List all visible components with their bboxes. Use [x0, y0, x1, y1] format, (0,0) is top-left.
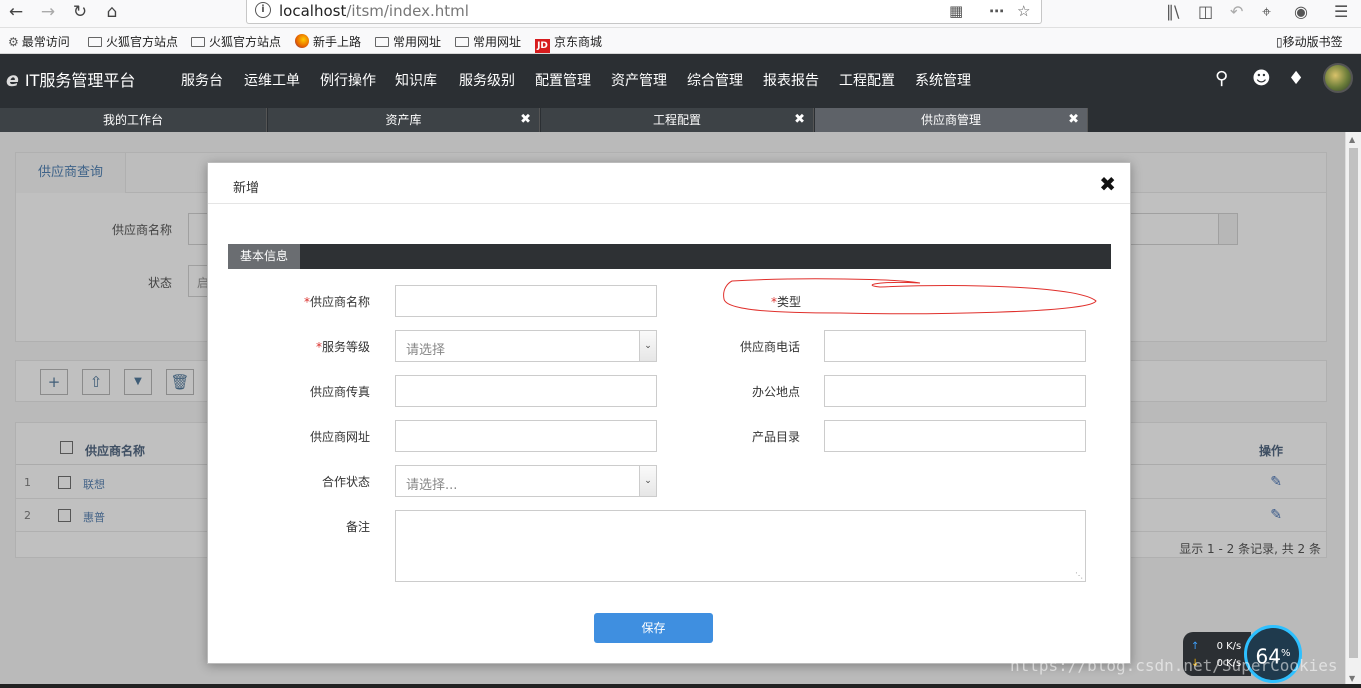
bookmark-getting-started[interactable]: 新手上路 — [295, 33, 361, 50]
add-supplier-dialog: 新增 ✖ 基本信息 *供应商名称 *类型 *服务等级 请选择 ⌄ 供应商电话 供… — [207, 162, 1131, 664]
menu-item-reports[interactable]: 报表报告 — [763, 70, 819, 90]
scroll-thumb[interactable] — [1349, 148, 1358, 658]
taskbar-edge — [0, 684, 1361, 688]
upload-arrow-icon: ↑ — [1191, 641, 1200, 652]
phone-label: 供应商电话 — [739, 340, 800, 354]
bookmark-folder[interactable]: 火狐官方站点 — [88, 33, 178, 50]
browser-toolbar: ← → ↻ ⌂ i localhost/itsm/index.html ▦ ⋯ … — [0, 0, 1361, 28]
save-button[interactable]: 保存 — [594, 613, 713, 643]
search-icon[interactable]: ⚲ — [1215, 68, 1228, 89]
section-header: 基本信息 — [228, 244, 1111, 269]
menu-item-work-orders[interactable]: 运维工单 — [244, 70, 300, 90]
bookmark-folder[interactable]: 火狐官方站点 — [191, 33, 281, 50]
address-bar[interactable]: i localhost/itsm/index.html ▦ ⋯ ☆ — [246, 0, 1042, 24]
office-input[interactable] — [824, 375, 1086, 407]
menu-item-config[interactable]: 配置管理 — [535, 70, 591, 90]
menu-item-service-desk[interactable]: 服务台 — [181, 70, 223, 90]
fax-label: 供应商传真 — [309, 385, 370, 399]
phone-input[interactable] — [824, 330, 1086, 362]
scroll-up-icon[interactable]: ▲ — [1349, 135, 1355, 144]
watermark: https://blog.csdn.net/SuperCookies — [1010, 656, 1338, 675]
firefox-icon — [295, 34, 309, 48]
menu-item-system[interactable]: 系统管理 — [915, 70, 971, 90]
ie-logo-icon: e — [6, 69, 19, 91]
back-icon[interactable]: ← — [4, 0, 28, 24]
undo-icon[interactable]: ↶ — [1230, 2, 1243, 21]
chat-icon[interactable]: ◉ — [1294, 2, 1308, 21]
menu-item-knowledge[interactable]: 知识库 — [395, 70, 437, 90]
chevron-down-icon[interactable]: ⌄ — [639, 331, 656, 361]
upload-speed: 0 K/s — [1216, 641, 1242, 652]
close-icon[interactable]: ✖ — [1068, 108, 1079, 132]
site-info-icon[interactable]: i — [255, 2, 271, 18]
bookmark-folder[interactable]: 常用网址 — [375, 33, 441, 50]
app-logo[interactable]: e IT服务管理平台 — [6, 67, 135, 91]
tab-workbench[interactable]: 我的工作台 — [0, 108, 267, 132]
bookmark-folder[interactable]: 常用网址 — [455, 33, 521, 50]
folder-icon — [88, 37, 102, 47]
url-text: localhost/itsm/index.html — [279, 2, 469, 20]
catalog-label: 产品目录 — [751, 430, 800, 444]
coop-status-label: 合作状态 — [321, 475, 370, 489]
close-icon[interactable]: ✖ — [520, 108, 531, 132]
qr-code-icon[interactable]: ▦ — [949, 2, 963, 20]
sidebar-icon[interactable]: ◫ — [1198, 2, 1213, 21]
bookmark-star-icon[interactable]: ☆ — [1017, 2, 1030, 20]
menu-item-asset[interactable]: 资产管理 — [611, 70, 667, 90]
fax-input[interactable] — [395, 375, 657, 407]
remark-label: 备注 — [345, 520, 370, 534]
bookmark-jd[interactable]: JD 京东商城 — [535, 33, 602, 53]
user-add-icon[interactable]: ☻ — [1252, 68, 1271, 89]
folder-icon — [191, 37, 205, 47]
section-title: 基本信息 — [228, 244, 300, 269]
scroll-down-icon[interactable]: ▼ — [1349, 674, 1355, 683]
supplier-name-input[interactable] — [395, 285, 657, 317]
hamburger-menu-icon[interactable]: ☰ — [1334, 2, 1348, 21]
remark-textarea[interactable]: ⋱ — [395, 510, 1086, 582]
close-icon[interactable]: ✖ — [1099, 172, 1116, 196]
mobile-icon: ▯ — [1276, 35, 1283, 49]
avatar[interactable] — [1323, 63, 1353, 93]
page-scrollbar[interactable]: ▲ ▼ — [1345, 132, 1361, 688]
home-icon[interactable]: ⌂ — [100, 0, 124, 24]
close-icon[interactable]: ✖ — [794, 108, 805, 132]
reload-icon[interactable]: ↻ — [68, 0, 92, 24]
menu-item-routine[interactable]: 例行操作 — [320, 70, 376, 90]
bookmark-most-visited[interactable]: ⚙ 最常访问 — [8, 33, 70, 50]
service-level-select[interactable]: 请选择 ⌄ — [395, 330, 657, 362]
tab-supplier-management[interactable]: 供应商管理 ✖ — [815, 108, 1088, 132]
resize-grip-icon[interactable]: ⋱ — [1075, 571, 1083, 580]
crop-icon[interactable]: ⌖ — [1262, 2, 1271, 22]
app-header: e IT服务管理平台 服务台 运维工单 例行操作 知识库 服务级别 配置管理 资产… — [0, 54, 1361, 108]
bookmarks-bar: ⚙ 最常访问 火狐官方站点 火狐官方站点 新手上路 常用网址 常用网址 JD 京东商… — [0, 28, 1361, 54]
folder-icon — [375, 37, 389, 47]
bell-icon[interactable]: ♦ — [1288, 68, 1304, 89]
menu-item-service-level[interactable]: 服务级别 — [459, 70, 515, 90]
type-label: *类型 — [771, 295, 802, 309]
coop-status-select[interactable]: 请选择... ⌄ — [395, 465, 657, 497]
website-input[interactable] — [395, 420, 657, 452]
website-label: 供应商网址 — [309, 430, 370, 444]
service-level-label: *服务等级 — [315, 340, 370, 354]
chevron-down-icon[interactable]: ⌄ — [639, 466, 656, 496]
supplier-name-label: *供应商名称 — [303, 295, 370, 309]
folder-icon — [455, 37, 469, 47]
jd-logo-icon: JD — [535, 39, 550, 53]
catalog-input[interactable] — [824, 420, 1086, 452]
page-tabs: 我的工作台 资产库 ✖ 工程配置 ✖ 供应商管理 ✖ — [0, 108, 1361, 132]
gear-icon: ⚙ — [8, 35, 19, 49]
tab-project-config[interactable]: 工程配置 ✖ — [541, 108, 814, 132]
library-icon[interactable]: ∥\ — [1166, 2, 1179, 21]
menu-item-project-config[interactable]: 工程配置 — [839, 70, 895, 90]
divider — [208, 203, 1130, 204]
dialog-title: 新增 — [233, 181, 260, 196]
bookmark-mobile[interactable]: ▯移动版书签 — [1276, 33, 1343, 50]
office-label: 办公地点 — [751, 385, 800, 399]
forward-icon[interactable]: → — [36, 0, 60, 24]
tab-asset-library[interactable]: 资产库 ✖ — [268, 108, 540, 132]
menu-item-general[interactable]: 综合管理 — [687, 70, 743, 90]
more-actions-icon[interactable]: ⋯ — [989, 2, 1004, 20]
